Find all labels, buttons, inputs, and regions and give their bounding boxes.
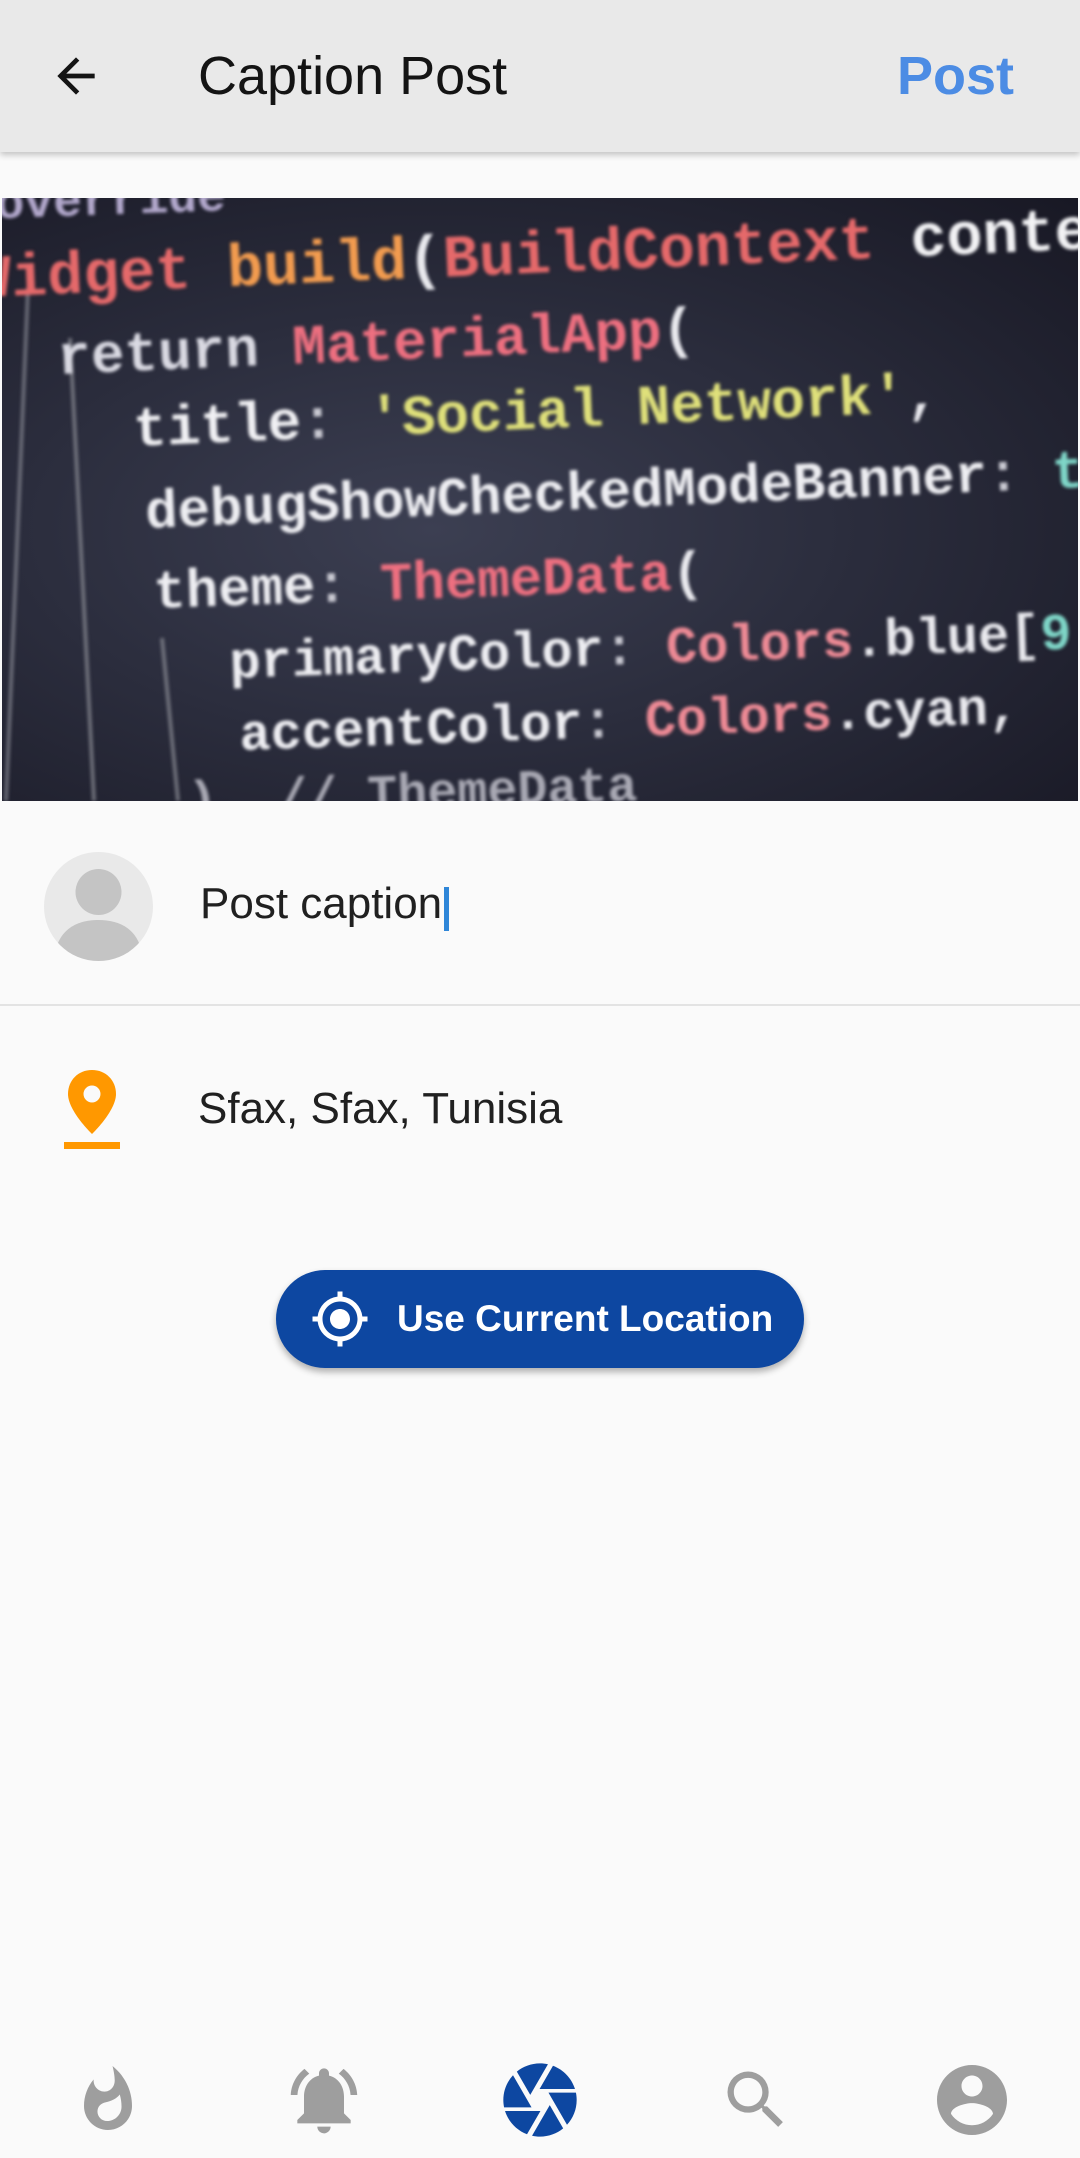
nav-item-search[interactable] [708, 2052, 804, 2148]
nav-item-trending[interactable] [60, 2052, 156, 2148]
gps-fixed-icon [312, 1291, 368, 1347]
page-title: Caption Post [198, 46, 508, 106]
nav-item-profile[interactable] [924, 2052, 1020, 2148]
text-cursor [444, 887, 449, 931]
location-value[interactable]: Sfax, Sfax, Tunisia [198, 1082, 562, 1136]
back-button[interactable] [36, 36, 116, 116]
whatshot-icon [84, 2066, 132, 2130]
post-button[interactable]: Post [897, 44, 1014, 108]
code-line: accentColor: Colors.cyan, [238, 680, 1020, 766]
avatar [44, 852, 153, 961]
post-image-preview: override Widget build(BuildContext conte… [2, 198, 1078, 801]
use-current-location-button[interactable]: Use Current Location [276, 1270, 804, 1368]
nav-item-upload[interactable] [492, 2052, 588, 2148]
notifications-icon [290, 2068, 358, 2134]
arrow-back-icon [57, 57, 95, 95]
app-bar: Caption Post Post [0, 0, 1080, 152]
code-line: primaryColor: Colors.blue[9 [228, 606, 1072, 694]
camera-shutter-icon [503, 2063, 577, 2137]
default-avatar-icon [54, 869, 143, 961]
caption-input[interactable] [198, 861, 1018, 947]
use-current-location-label: Use Current Location [397, 1298, 774, 1339]
location-row: Sfax, Sfax, Tunisia [0, 1006, 1080, 1202]
nav-item-notifications[interactable] [276, 2052, 372, 2148]
bottom-navigation [0, 2040, 1080, 2158]
search-icon [727, 2071, 783, 2127]
caption-row [0, 801, 1080, 1006]
code-line: override [2, 198, 227, 233]
location-pin-icon [64, 1070, 120, 1149]
code-line: ), // ThemeData [187, 759, 639, 801]
code-line: return MaterialApp( [56, 299, 697, 391]
code-line: theme: ThemeData( [152, 545, 705, 625]
account-circle-icon [937, 2065, 1007, 2135]
